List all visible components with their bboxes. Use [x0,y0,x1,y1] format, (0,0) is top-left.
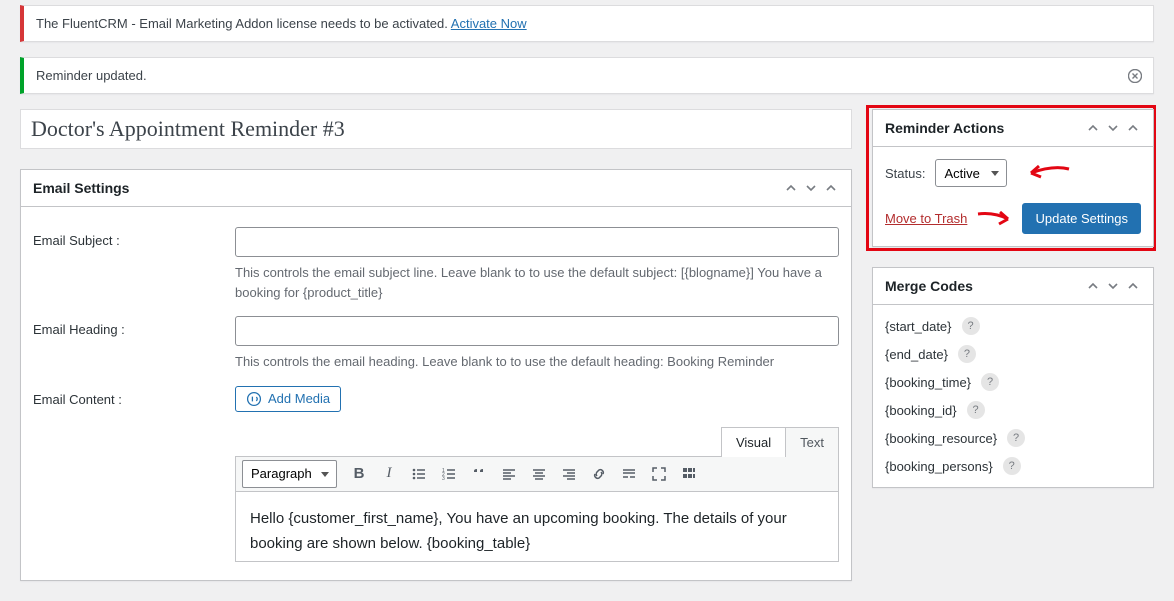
notice-text: The FluentCRM - Email Marketing Addon li… [36,16,451,31]
email-subject-help: This controls the email subject line. Le… [235,263,839,302]
help-icon[interactable]: ? [967,401,985,419]
merge-code-item: {booking_persons}? [885,457,1141,475]
fullscreen-icon[interactable] [645,460,673,488]
toggle-icon[interactable] [1125,120,1141,136]
email-settings-box: Email Settings Email Subject : This cont… [20,169,852,581]
move-down-icon[interactable] [1105,120,1121,136]
close-icon[interactable] [1125,66,1145,86]
tab-text[interactable]: Text [786,428,838,457]
add-media-button[interactable]: Add Media [235,386,341,412]
media-icon [246,391,262,407]
email-settings-heading: Email Settings [33,180,129,196]
help-icon[interactable]: ? [958,345,976,363]
editor-body[interactable]: Hello {customer_first_name}, You have an… [235,492,839,562]
status-select[interactable]: Active [935,159,1007,187]
merge-code-text[interactable]: {booking_resource} [885,431,997,446]
notice-updated-text: Reminder updated. [36,68,147,83]
merge-code-item: {booking_time}? [885,373,1141,391]
help-icon[interactable]: ? [981,373,999,391]
email-heading-help: This controls the email heading. Leave b… [235,352,839,372]
email-heading-input[interactable] [235,316,839,346]
add-media-label: Add Media [268,391,330,406]
svg-text:3: 3 [442,476,445,482]
merge-code-item: {booking_resource}? [885,429,1141,447]
help-icon[interactable]: ? [1003,457,1021,475]
move-down-icon[interactable] [1105,278,1121,294]
bullet-list-icon[interactable] [405,460,433,488]
merge-code-item: {end_date}? [885,345,1141,363]
tab-visual[interactable]: Visual [722,428,786,457]
reminder-actions-heading: Reminder Actions [885,120,1004,136]
arrow-annotation [1023,163,1071,183]
editor-toolbar: Paragraph B I 123 [235,456,839,492]
email-subject-input[interactable] [235,227,839,257]
merge-code-text[interactable]: {booking_id} [885,403,957,418]
move-down-icon[interactable] [803,180,819,196]
quote-icon[interactable] [465,460,493,488]
merge-code-text[interactable]: {booking_time} [885,375,971,390]
email-heading-label: Email Heading : [33,316,223,372]
editor-tabs: Visual Text [721,427,839,457]
help-icon[interactable]: ? [1007,429,1025,447]
merge-code-text[interactable]: {booking_persons} [885,459,993,474]
move-to-trash-link[interactable]: Move to Trash [885,211,967,226]
merge-code-text[interactable]: {start_date} [885,319,952,334]
help-icon[interactable]: ? [962,317,980,335]
notice-license: The FluentCRM - Email Marketing Addon li… [20,5,1154,42]
italic-icon[interactable]: I [375,460,403,488]
email-subject-label: Email Subject : [33,227,223,302]
merge-code-item: {booking_id}? [885,401,1141,419]
merge-code-text[interactable]: {end_date} [885,347,948,362]
merge-codes-box: Merge Codes {start_date}?{end_date}?{boo… [872,267,1154,488]
notice-updated: Reminder updated. [20,57,1154,94]
toggle-icon[interactable] [1125,278,1141,294]
more-icon[interactable] [615,460,643,488]
update-settings-button[interactable]: Update Settings [1022,203,1141,234]
toolbar-toggle-icon[interactable] [675,460,703,488]
move-up-icon[interactable] [783,180,799,196]
activate-link[interactable]: Activate Now [451,16,527,31]
move-up-icon[interactable] [1085,120,1101,136]
merge-codes-heading: Merge Codes [885,278,973,294]
bold-icon[interactable]: B [345,460,373,488]
link-icon[interactable] [585,460,613,488]
post-title-input[interactable] [20,109,852,149]
merge-code-item: {start_date}? [885,317,1141,335]
numbered-list-icon[interactable]: 123 [435,460,463,488]
arrow-annotation [976,210,1016,228]
email-content-label: Email Content : [33,386,223,562]
align-left-icon[interactable] [495,460,523,488]
toggle-icon[interactable] [823,180,839,196]
status-label: Status: [885,166,925,181]
align-right-icon[interactable] [555,460,583,488]
align-center-icon[interactable] [525,460,553,488]
paragraph-select[interactable]: Paragraph [242,460,337,488]
move-up-icon[interactable] [1085,278,1101,294]
reminder-actions-box: Reminder Actions Status: Active [872,109,1154,247]
